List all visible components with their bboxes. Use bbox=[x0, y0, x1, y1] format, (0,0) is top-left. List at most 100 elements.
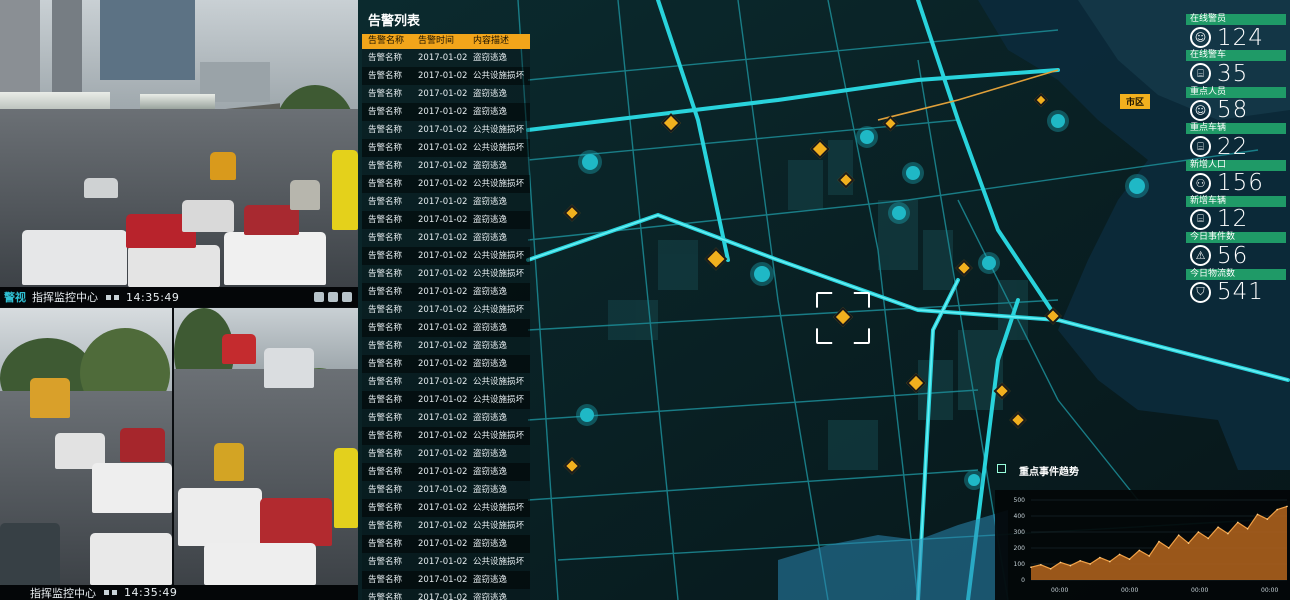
alarm-time-cell: 2017-01-02 bbox=[418, 575, 467, 585]
camera-location-marker[interactable] bbox=[582, 154, 598, 170]
table-row[interactable]: 告警名称 2017-01-02 盗窃逃逸 bbox=[362, 319, 530, 337]
stat-label: 在线警车 bbox=[1186, 50, 1286, 62]
table-row[interactable]: 告警名称 2017-01-02 盗窃逃逸 bbox=[362, 535, 530, 553]
stat-card[interactable]: 新增人口 ⚇ 156 bbox=[1186, 159, 1290, 196]
table-row[interactable]: 告警名称 2017-01-02 盗窃逃逸 bbox=[362, 85, 530, 103]
zoom-icon[interactable] bbox=[328, 292, 338, 302]
camera-feed-left[interactable] bbox=[0, 308, 172, 585]
table-row[interactable]: 告警名称 2017-01-02 公共设施损坏 bbox=[362, 247, 530, 265]
camera-feed-right[interactable] bbox=[174, 308, 358, 585]
table-row[interactable]: 告警名称 2017-01-02 盗窃逃逸 bbox=[362, 409, 530, 427]
stat-card[interactable]: 在线警员 ☺ 124 bbox=[1186, 14, 1290, 51]
x-tick-label: 00:00 bbox=[1191, 587, 1208, 594]
stat-card[interactable]: 新增车辆 ⌸ 12 bbox=[1186, 195, 1290, 232]
camera-location-marker[interactable] bbox=[754, 266, 770, 282]
table-row[interactable]: 告警名称 2017-01-02 公共设施损坏 bbox=[362, 553, 530, 571]
stat-card[interactable]: 在线警车 ⌸ 35 bbox=[1186, 50, 1290, 87]
alarm-name-cell: 告警名称 bbox=[368, 269, 403, 279]
stat-body: ⌸ 22 bbox=[1186, 133, 1290, 160]
signal-icon bbox=[112, 590, 117, 595]
alarm-name-cell: 告警名称 bbox=[368, 323, 403, 333]
trend-chart-svg: 500 400 300 200 100 0 00:00 00:00 00:00 00:00 bbox=[1014, 497, 1288, 594]
alarm-name-cell: 告警名称 bbox=[368, 161, 403, 171]
stats-panel: 在线警员 ☺ 124 在线警车 ⌸ 35 重点人员 ☺ 58 重点车辆 ⌸ 22 新增人口 ⚇ 156 新增车… bbox=[1186, 14, 1290, 305]
trend-point bbox=[1168, 547, 1170, 549]
trend-point bbox=[1286, 505, 1288, 508]
table-row[interactable]: 告警名称 2017-01-02 盗窃逃逸 bbox=[362, 157, 530, 175]
table-row[interactable]: 告警名称 2017-01-02 盗窃逃逸 bbox=[362, 445, 530, 463]
warning-icon: ⚠ bbox=[1190, 245, 1211, 267]
trend-point bbox=[1246, 528, 1249, 530]
camera-location-marker[interactable] bbox=[860, 130, 874, 144]
table-row[interactable]: 告警名称 2017-01-02 公共设施损坏 bbox=[362, 139, 530, 157]
alarm-desc-cell: 盗窃逃逸 bbox=[473, 323, 508, 333]
table-row[interactable]: 告警名称 2017-01-02 公共设施损坏 bbox=[362, 517, 530, 535]
table-row[interactable]: 告警名称 2017-01-02 公共设施损坏 bbox=[362, 301, 530, 319]
camera-location-marker[interactable] bbox=[1051, 114, 1065, 128]
column-header-time[interactable]: 告警时间 bbox=[412, 34, 467, 49]
camera-time: 14:35:49 bbox=[124, 586, 178, 599]
camera-location-marker[interactable] bbox=[580, 408, 594, 422]
alarm-time-cell: 2017-01-02 bbox=[418, 143, 467, 153]
trend-point bbox=[1040, 564, 1042, 566]
table-row[interactable]: 告警名称 2017-01-02 盗窃逃逸 bbox=[362, 481, 530, 499]
alarm-name-cell: 告警名称 bbox=[368, 377, 403, 387]
table-row[interactable]: 告警名称 2017-01-02 公共设施损坏 bbox=[362, 391, 530, 409]
alarm-time-cell: 2017-01-02 bbox=[418, 305, 467, 315]
x-tick-label: 00:00 bbox=[1051, 587, 1068, 594]
fullscreen-icon[interactable] bbox=[342, 292, 352, 302]
stat-card[interactable]: 重点车辆 ⌸ 22 bbox=[1186, 123, 1290, 160]
table-row[interactable]: 告警名称 2017-01-02 盗窃逃逸 bbox=[362, 337, 530, 355]
table-row[interactable]: 告警名称 2017-01-02 公共设施损坏 bbox=[362, 67, 530, 85]
table-row[interactable]: 告警名称 2017-01-02 盗窃逃逸 bbox=[362, 463, 530, 481]
camera-location-marker[interactable] bbox=[892, 206, 906, 220]
column-header-name[interactable]: 告警名称 bbox=[362, 34, 412, 49]
camera-location-marker[interactable] bbox=[968, 474, 980, 486]
camera-feed-main[interactable] bbox=[0, 0, 358, 287]
stat-value: 22 bbox=[1217, 133, 1249, 160]
column-header-desc[interactable]: 内容描述 bbox=[467, 34, 530, 49]
alarm-desc-cell: 公共设施损坏 bbox=[473, 125, 525, 135]
alarm-name-cell: 告警名称 bbox=[368, 287, 403, 297]
stat-label: 今日事件数 bbox=[1186, 232, 1286, 244]
table-row[interactable]: 告警名称 2017-01-02 公共设施损坏 bbox=[362, 373, 530, 391]
stat-card[interactable]: 重点人员 ☺ 58 bbox=[1186, 86, 1290, 124]
table-row[interactable]: 告警名称 2017-01-02 盗窃逃逸 bbox=[362, 49, 530, 67]
camera-location-marker[interactable] bbox=[1129, 178, 1145, 194]
alarm-list-title: 告警列表 bbox=[368, 14, 421, 29]
table-row[interactable]: 告警名称 2017-01-02 盗窃逃逸 bbox=[362, 229, 530, 247]
table-row[interactable]: 告警名称 2017-01-02 盗窃逃逸 bbox=[362, 571, 530, 589]
table-row[interactable]: 告警名称 2017-01-02 公共设施损坏 bbox=[362, 175, 530, 193]
signal-icon bbox=[114, 294, 119, 300]
alarm-name-cell: 告警名称 bbox=[368, 503, 403, 513]
alarm-desc-cell: 盗窃逃逸 bbox=[473, 215, 508, 225]
alarm-desc-cell: 公共设施损坏 bbox=[473, 503, 525, 513]
alarm-name-cell: 告警名称 bbox=[368, 449, 403, 459]
alarm-time-cell: 2017-01-02 bbox=[418, 251, 467, 261]
x-tick-label: 00:00 bbox=[1261, 587, 1278, 594]
alarm-name-cell: 告警名称 bbox=[368, 305, 403, 315]
trend-point bbox=[1099, 556, 1101, 559]
signal-icon bbox=[104, 590, 109, 595]
stat-card[interactable]: 今日事件数 ⚠ 56 bbox=[1186, 232, 1290, 269]
car-icon: ⌸ bbox=[1190, 136, 1211, 158]
record-icon[interactable] bbox=[314, 292, 324, 302]
alarm-name-cell: 告警名称 bbox=[368, 71, 403, 81]
table-row[interactable]: 告警名称 2017-01-02 盗窃逃逸 bbox=[362, 193, 530, 211]
stat-body: ☺ 124 bbox=[1186, 25, 1290, 51]
table-row[interactable]: 告警名称 2017-01-02 公共设施损坏 bbox=[362, 121, 530, 139]
stat-card[interactable]: 今日物流数 ⛉ 541 bbox=[1186, 268, 1290, 305]
alarm-name-cell: 告警名称 bbox=[368, 179, 403, 189]
stat-value: 58 bbox=[1217, 97, 1249, 124]
alarm-desc-cell: 盗窃逃逸 bbox=[473, 467, 508, 477]
table-row[interactable]: 告警名称 2017-01-02 盗窃逃逸 bbox=[362, 283, 530, 301]
table-row[interactable]: 告警名称 2017-01-02 公共设施损坏 bbox=[362, 427, 530, 445]
camera-location-marker[interactable] bbox=[906, 166, 920, 180]
table-row[interactable]: 告警名称 2017-01-02 盗窃逃逸 bbox=[362, 103, 530, 121]
table-row[interactable]: 告警名称 2017-01-02 公共设施损坏 bbox=[362, 265, 530, 283]
table-row[interactable]: 告警名称 2017-01-02 盗窃逃逸 bbox=[362, 211, 530, 229]
table-row[interactable]: 告警名称 2017-01-02 盗窃逃逸 bbox=[362, 589, 530, 600]
camera-location-marker[interactable] bbox=[982, 256, 996, 270]
table-row[interactable]: 告警名称 2017-01-02 盗窃逃逸 bbox=[362, 355, 530, 373]
table-row[interactable]: 告警名称 2017-01-02 公共设施损坏 bbox=[362, 499, 530, 517]
